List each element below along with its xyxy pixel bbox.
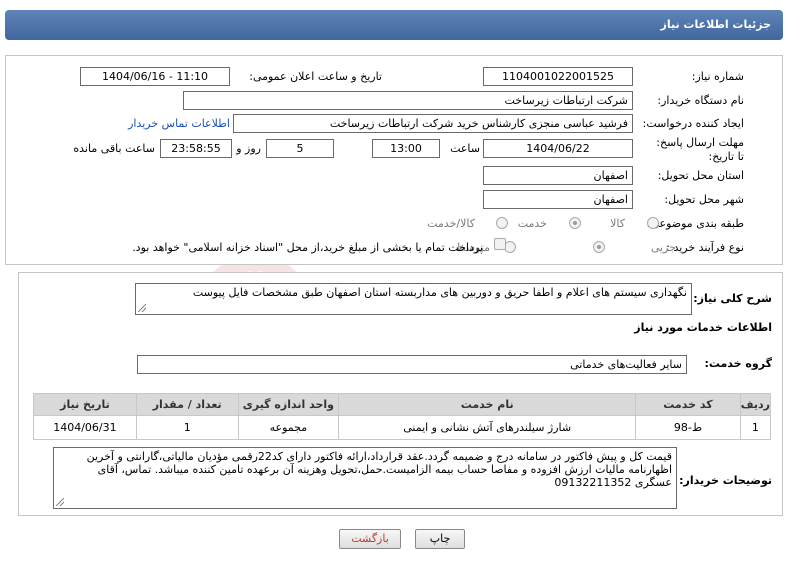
- city-label: شهر محل تحویل:: [664, 193, 744, 206]
- category-label: طبقه بندی موضوعی:: [646, 217, 744, 230]
- creator-field: فرشید عباسی منجزی کارشناس خرید شرکت ارتب…: [233, 114, 633, 133]
- creator-label: ایجاد کننده درخواست:: [642, 117, 744, 130]
- category-option-goods-service: کالا/خدمت: [427, 217, 475, 230]
- cell-row: 1: [739, 415, 772, 440]
- announce-field: 1404/06/16 - 11:10: [80, 67, 230, 86]
- col-row-header: ردیف: [739, 393, 772, 416]
- buyer-org-field: شرکت ارتباطات زیرساخت: [183, 91, 633, 110]
- category-radio-goods[interactable]: [647, 217, 659, 229]
- category-radio-goods-service[interactable]: [496, 217, 508, 229]
- buyer-contact-link[interactable]: اطلاعات تماس خریدار: [128, 117, 230, 130]
- table-header-row: ردیف کد خدمت نام خدمت واحد اندازه گیری ت…: [33, 393, 772, 416]
- remaining-days-field: 5: [266, 139, 334, 158]
- buyer-notes-text: قیمت کل و پیش فاکتور در سامانه درج و ضمی…: [86, 450, 672, 489]
- remaining-time-field: 23:58:55: [160, 139, 232, 158]
- deadline-date-field: 1404/06/22: [483, 139, 633, 158]
- page-header: جزئیات اطلاعات نیاز: [5, 10, 783, 40]
- col-qty-header: تعداد / مقدار: [135, 393, 239, 416]
- back-button[interactable]: بازگشت: [339, 529, 401, 549]
- province-field: اصفهان: [483, 166, 633, 185]
- col-name-header: نام خدمت: [338, 393, 637, 416]
- col-unit-header: واحد اندازه گیری: [237, 393, 340, 416]
- city-field: اصفهان: [483, 190, 633, 209]
- print-button[interactable]: چاپ: [415, 529, 465, 549]
- buyer-org-label: نام دستگاه خریدار:: [657, 94, 744, 107]
- process-label: نوع فرآیند خرید :: [666, 241, 744, 254]
- treasury-checkbox[interactable]: [494, 238, 506, 250]
- cell-qty: 1: [135, 415, 239, 440]
- buyer-notes-field: قیمت کل و پیش فاکتور در سامانه درج و ضمی…: [53, 447, 677, 509]
- treasury-note: پرداخت تمام یا بخشی از مبلغ خرید،از محل …: [132, 241, 483, 254]
- cell-date: 1404/06/31: [33, 415, 137, 440]
- province-label: استان محل تحویل:: [657, 169, 744, 182]
- services-table: ردیف کد خدمت نام خدمت واحد اندازه گیری ت…: [33, 393, 772, 440]
- deadline-time-label: ساعت: [450, 142, 480, 155]
- process-option-minor: جزیی: [650, 241, 676, 254]
- cell-code: ط-98: [635, 415, 741, 440]
- category-radio-service[interactable]: [569, 217, 581, 229]
- deadline-label: مهلت ارسال پاسخ: تا تاریخ:: [656, 136, 744, 163]
- summary-field: نگهداری سیستم های اعلام و اطفا حریق و دو…: [135, 283, 692, 315]
- cell-unit: مجموعه: [237, 415, 340, 440]
- category-option-goods: کالا: [610, 217, 625, 230]
- services-section-title: اطلاعات خدمات مورد نیاز: [634, 321, 772, 334]
- buyer-notes-label: توضیحات خریدار:: [679, 474, 772, 487]
- page-title: جزئیات اطلاعات نیاز: [660, 18, 772, 31]
- remaining-time-label: ساعت باقی مانده: [73, 142, 155, 155]
- summary-text: نگهداری سیستم های اعلام و اطفا حریق و دو…: [192, 286, 687, 299]
- service-group-field: سایر فعالیت‌های خدماتی: [137, 355, 687, 374]
- remaining-days-label: روز و: [236, 142, 261, 155]
- service-group-label: گروه خدمت:: [704, 357, 772, 370]
- need-number-label: شماره نیاز:: [691, 70, 744, 83]
- resize-grip-icon[interactable]: [56, 498, 64, 506]
- summary-label: شرح کلی نیاز:: [693, 292, 772, 305]
- need-number-field: 1104001022001525: [483, 67, 633, 86]
- category-option-service: خدمت: [517, 217, 547, 230]
- col-date-header: تاریخ نیاز: [33, 393, 137, 416]
- process-radio-minor[interactable]: [593, 241, 605, 253]
- resize-grip-icon[interactable]: [138, 304, 146, 312]
- cell-name: شارژ سیلندرهای آتش نشانی و ایمنی: [338, 415, 637, 440]
- deadline-time-field: 13:00: [372, 139, 440, 158]
- col-code-header: کد خدمت: [635, 393, 741, 416]
- table-row: 1 ط-98 شارژ سیلندرهای آتش نشانی و ایمنی …: [33, 415, 772, 440]
- announce-label: تاریخ و ساعت اعلان عمومی:: [249, 70, 382, 83]
